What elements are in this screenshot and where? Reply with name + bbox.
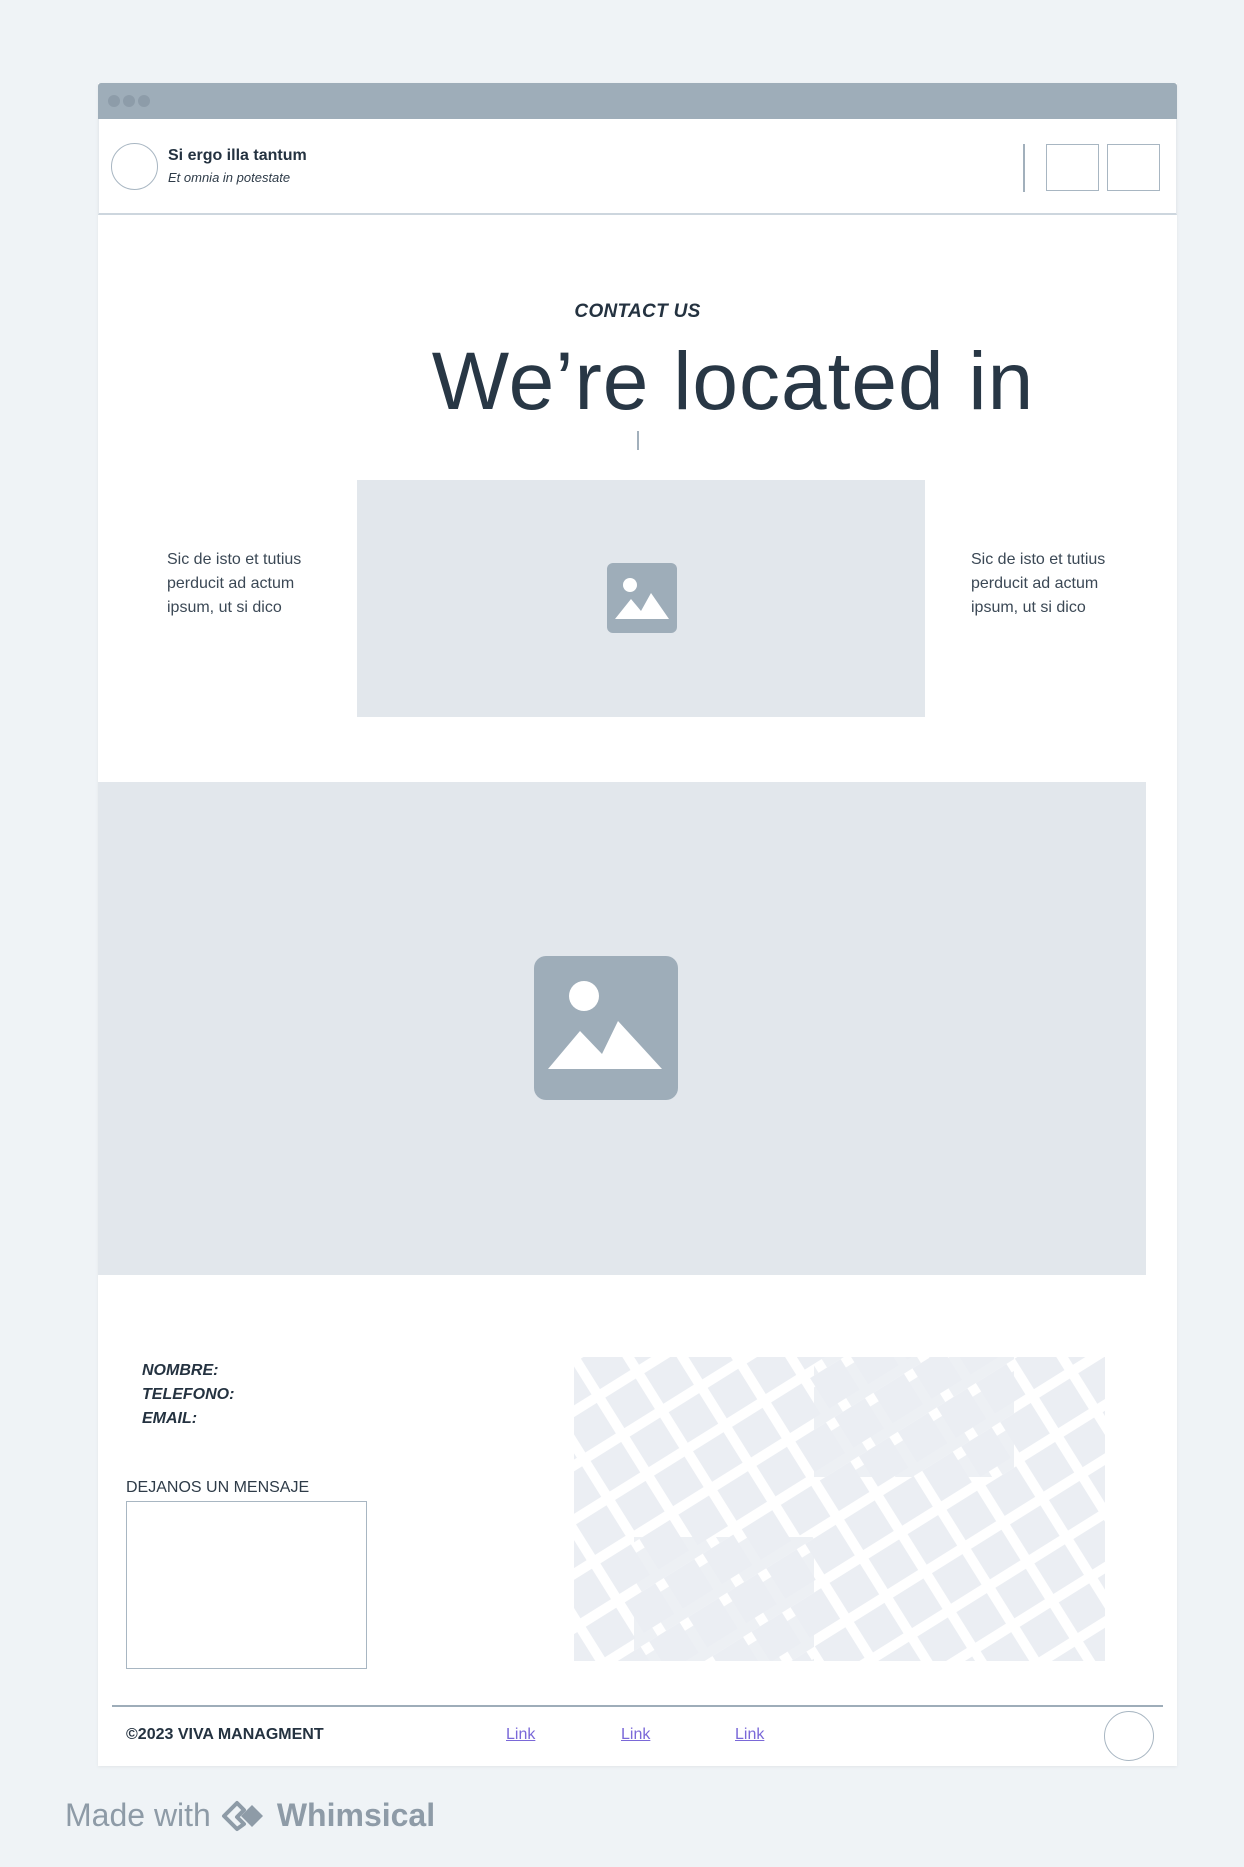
made-with-prefix: Made with bbox=[65, 1797, 211, 1833]
image-placeholder-small bbox=[357, 480, 925, 717]
header-button-1[interactable] bbox=[1046, 144, 1099, 191]
field-label-email: EMAIL: bbox=[142, 1410, 198, 1427]
brand-title: Si ergo illa tantum bbox=[168, 147, 307, 164]
made-with-brand: Whimsical bbox=[276, 1797, 436, 1833]
footer-divider bbox=[112, 1705, 1163, 1707]
image-placeholder-icon bbox=[534, 956, 678, 1100]
footer-link-3[interactable]: Link bbox=[735, 1726, 764, 1744]
message-label: DEJANOS UN MENSAJE bbox=[126, 1479, 310, 1496]
header-divider bbox=[1023, 144, 1025, 192]
made-with-badge[interactable]: Made with Whimsical bbox=[65, 1797, 435, 1834]
window-dot-maximize[interactable] bbox=[138, 95, 150, 107]
field-label-telefono: TELEFONO: bbox=[142, 1386, 235, 1403]
left-description: Sic de isto et tutius perducit ad actum … bbox=[167, 551, 302, 616]
contact-fields: NOMBRE: TELEFONO: EMAIL: bbox=[142, 1359, 234, 1431]
message-textarea[interactable] bbox=[126, 1501, 367, 1669]
field-label-nombre: NOMBRE: bbox=[142, 1362, 219, 1379]
window-dot-minimize[interactable] bbox=[123, 95, 135, 107]
window-dot-close[interactable] bbox=[108, 95, 120, 107]
footer-link-2[interactable]: Link bbox=[621, 1726, 650, 1744]
header-button-2[interactable] bbox=[1107, 144, 1160, 191]
browser-window: Si ergo illa tantum Et omnia in potestat… bbox=[98, 83, 1177, 1766]
footer-avatar-placeholder[interactable] bbox=[1104, 1711, 1154, 1761]
section-eyebrow: CONTACT US bbox=[574, 301, 701, 322]
map-placeholder-icon bbox=[574, 1357, 1105, 1661]
page-title: We’re located in bbox=[431, 336, 1035, 427]
right-description: Sic de isto et tutius perducit ad actum … bbox=[971, 551, 1106, 616]
logo-placeholder[interactable] bbox=[111, 143, 158, 190]
map-placeholder[interactable] bbox=[574, 1357, 1105, 1661]
window-titlebar bbox=[98, 83, 1177, 119]
whimsical-logo-icon bbox=[221, 1800, 263, 1831]
brand-subtitle: Et omnia in potestate bbox=[168, 170, 291, 185]
image-placeholder-icon bbox=[607, 563, 677, 633]
image-placeholder-large bbox=[98, 782, 1146, 1275]
footer-link-1[interactable]: Link bbox=[506, 1726, 535, 1744]
site-header: Si ergo illa tantum Et omnia in potestat… bbox=[98, 119, 1177, 215]
hero-divider bbox=[637, 431, 639, 450]
footer-copyright: ©2023 VIVA MANAGMENT bbox=[126, 1726, 324, 1743]
